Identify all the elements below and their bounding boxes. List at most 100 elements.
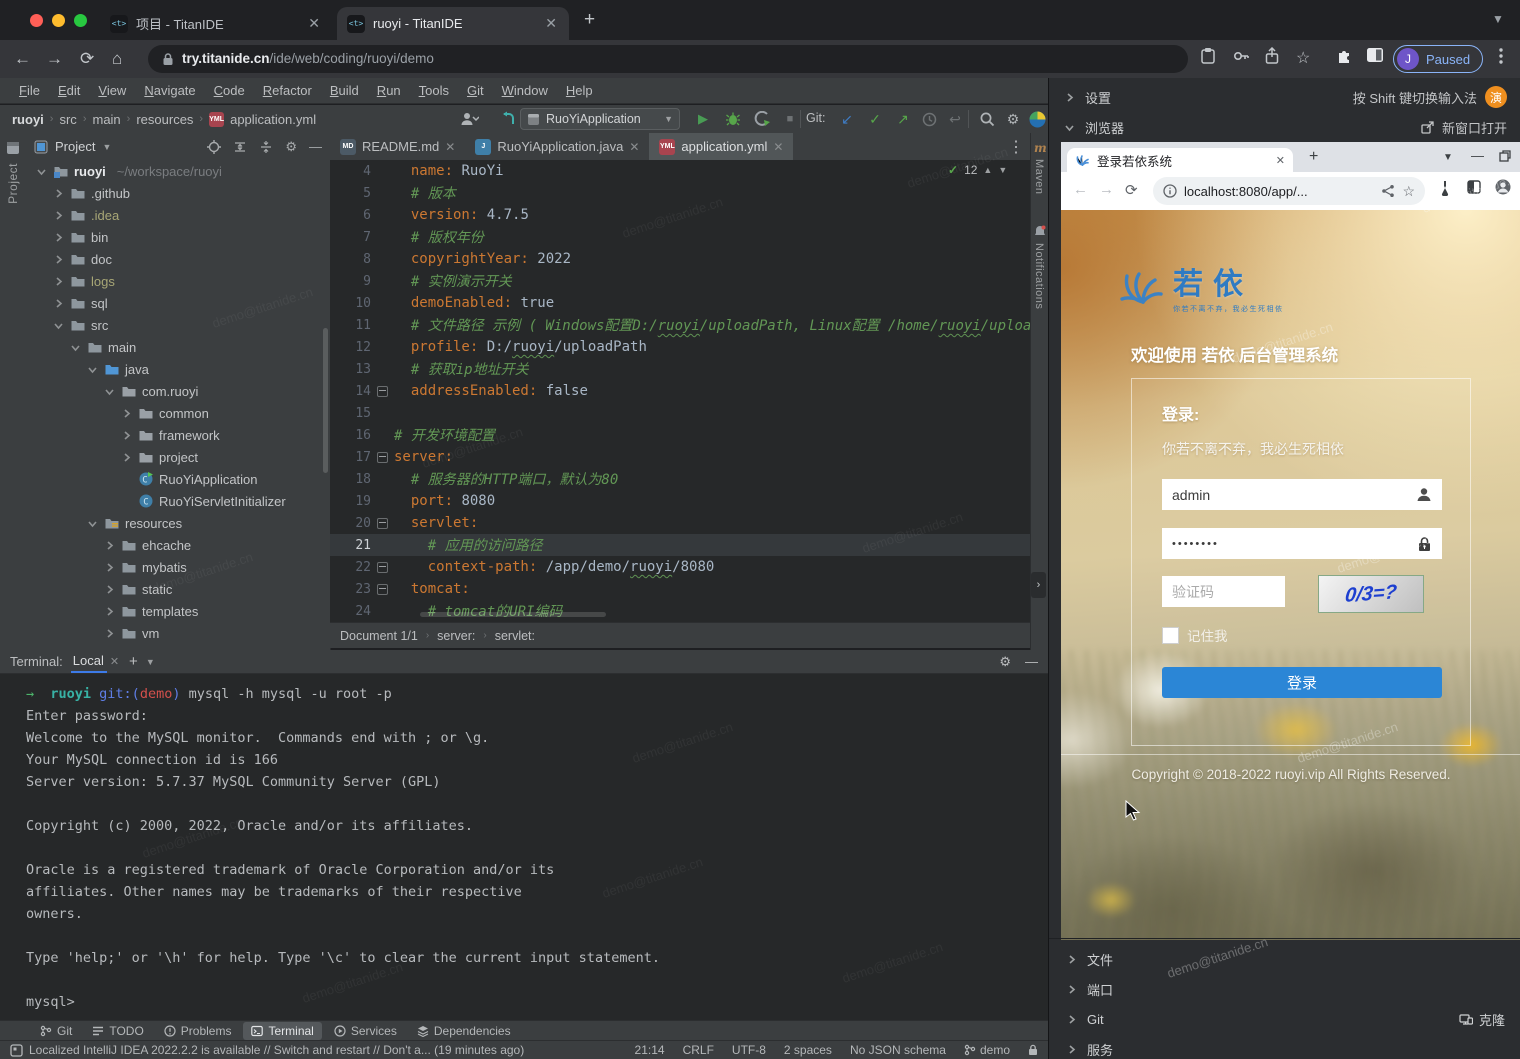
tree-item-sql[interactable]: sql	[26, 292, 330, 314]
stop-button[interactable]: ■	[779, 108, 801, 130]
chevron-right-icon[interactable]	[102, 539, 116, 552]
expand-all-icon[interactable]	[233, 140, 247, 154]
chevron-right-icon[interactable]	[51, 231, 65, 244]
tree-item-src[interactable]: src	[26, 314, 330, 336]
captcha-image[interactable]: 0/3=?	[1318, 575, 1424, 613]
code-line-12[interactable]: 12 profile: D:/ruoyi/uploadPath	[330, 336, 1030, 358]
code-line-5[interactable]: 5 # 版本	[330, 182, 1030, 204]
editor-tab-README.md[interactable]: MDREADME.md✕	[330, 133, 465, 160]
project-toolwindow-icon[interactable]	[6, 141, 20, 155]
project-panel-header[interactable]: Project ▼ ⚙ —	[26, 133, 330, 160]
embedded-forward-icon[interactable]: →	[1099, 181, 1114, 198]
embedded-address-pill[interactable]: localhost:8080/app/... ☆	[1153, 177, 1425, 205]
clipboard-icon[interactable]	[1200, 47, 1216, 65]
terminal-settings-gear-icon[interactable]: ⚙	[999, 654, 1011, 670]
code-line-23[interactable]: 23 tomcat:	[330, 578, 1030, 600]
close-icon[interactable]: ✕	[629, 140, 639, 154]
forward-icon[interactable]: →	[46, 48, 63, 70]
clone-button[interactable]: 克隆	[1459, 1010, 1505, 1029]
tree-item-static[interactable]: static	[26, 578, 330, 600]
fold-marker-icon[interactable]	[377, 386, 388, 397]
menu-item-view[interactable]: View	[89, 83, 135, 98]
mac-zoom-button[interactable]	[74, 14, 87, 27]
terminal-tab-local[interactable]: Local✕	[71, 653, 121, 670]
close-icon[interactable]: ✕	[773, 140, 783, 154]
breadcrumb-item-src[interactable]: src	[59, 112, 76, 127]
tree-item-vm[interactable]: vm	[26, 622, 330, 644]
open-new-window-label[interactable]: 新窗口打开	[1442, 118, 1507, 137]
ide-sphere-icon[interactable]	[1026, 108, 1048, 130]
embedded-new-tab-button[interactable]: +	[1309, 148, 1318, 166]
chevron-right-icon[interactable]	[51, 209, 65, 222]
quick-access-icon[interactable]	[10, 1044, 23, 1057]
tree-item-RuoYiApplication[interactable]: CRuoYiApplication	[26, 468, 330, 490]
tree-item-main[interactable]: main	[26, 336, 330, 358]
menu-item-file[interactable]: File	[10, 83, 49, 98]
locate-file-icon[interactable]	[207, 140, 221, 154]
bookmark-star-icon[interactable]: ☆	[1296, 48, 1310, 68]
address-bar[interactable]: try.titanide.cn/ide/web/coding/ruoyi/dem…	[148, 45, 1188, 73]
editor-hscrollbar[interactable]	[420, 612, 606, 617]
chevron-down-icon[interactable]	[102, 385, 116, 398]
share-icon[interactable]	[1264, 47, 1280, 65]
tree-item-bin[interactable]: bin	[26, 226, 330, 248]
new-tab-button[interactable]: +	[584, 9, 595, 31]
chevron-right-icon[interactable]	[51, 187, 65, 200]
editor-options-kebab-icon[interactable]: ⋮	[1008, 137, 1024, 157]
menu-item-refactor[interactable]: Refactor	[254, 83, 321, 98]
tree-item-doc[interactable]: doc	[26, 248, 330, 270]
search-everywhere-icon[interactable]	[976, 108, 998, 130]
status-item-2[interactable]: UTF-8	[732, 1043, 766, 1057]
menu-item-code[interactable]: Code	[205, 83, 254, 98]
code-line-19[interactable]: 19 port: 8080	[330, 490, 1030, 512]
code-line-16[interactable]: 16# 开发环境配置	[330, 424, 1030, 446]
doc-breadcrumb-1[interactable]: server:	[437, 629, 475, 643]
chevron-right-icon[interactable]	[51, 253, 65, 266]
hide-panel-icon[interactable]: —	[309, 139, 322, 154]
tree-item-com.ruoyi[interactable]: com.ruoyi	[26, 380, 330, 402]
profiler-icon[interactable]	[751, 108, 773, 130]
code-line-8[interactable]: 8 copyrightYear: 2022	[330, 248, 1030, 270]
terminal-hide-icon[interactable]: —	[1025, 654, 1038, 669]
tab-close-icon[interactable]: ✕	[306, 15, 322, 32]
run-button[interactable]: ▶	[692, 108, 714, 130]
doc-breadcrumb-2[interactable]: servlet:	[495, 629, 535, 643]
embedded-avatar-icon[interactable]	[1495, 179, 1511, 195]
fold-marker-icon[interactable]	[377, 562, 388, 573]
chevron-right-icon[interactable]	[51, 297, 65, 310]
profile-paused-button[interactable]: J Paused	[1393, 45, 1483, 73]
prev-problem-chevron-icon[interactable]: ▲	[983, 165, 992, 175]
extensions-puzzle-icon[interactable]	[1336, 47, 1354, 65]
settings-gear-icon[interactable]: ⚙	[1002, 108, 1024, 130]
tree-item-resources[interactable]: resources	[26, 512, 330, 534]
fold-marker-icon[interactable]	[377, 518, 388, 529]
section-browser[interactable]: 浏览器 新窗口打开	[1049, 112, 1520, 142]
chevron-right-icon[interactable]	[119, 407, 133, 420]
terminal-output[interactable]: → ruoyi git:(demo) mysql -h mysql -u roo…	[0, 674, 1048, 1016]
section-settings[interactable]: 设置 按 Shift 键切换输入法 演	[1049, 82, 1520, 112]
tree-scrollbar[interactable]	[323, 328, 328, 473]
code-line-21[interactable]: 21 # 应用的访问路径	[330, 534, 1030, 556]
code-line-15[interactable]: 15	[330, 402, 1030, 424]
breadcrumb-item-ruoyi[interactable]: ruoyi	[12, 112, 44, 127]
tree-item-.github[interactable]: .github	[26, 182, 330, 204]
embedded-share-icon[interactable]	[1381, 184, 1395, 198]
captcha-input[interactable]: 验证码	[1162, 576, 1285, 607]
mac-close-button[interactable]	[30, 14, 43, 27]
tree-item-RuoYiServletInitializer[interactable]: CRuoYiServletInitializer	[26, 490, 330, 512]
terminal-dropdown-chevron-icon[interactable]: ▼	[146, 657, 155, 667]
home-icon[interactable]: ⌂	[112, 48, 122, 70]
load-changes-icon[interactable]	[497, 108, 519, 130]
rollback-icon[interactable]: ↩	[944, 108, 966, 130]
notifications-stripe-label[interactable]: Notifications	[1033, 243, 1045, 309]
maven-stripe-label[interactable]: Maven	[1033, 159, 1045, 195]
flask-icon[interactable]	[1439, 180, 1453, 196]
chevron-right-icon[interactable]	[102, 627, 116, 640]
close-icon[interactable]: ✕	[110, 656, 119, 668]
expand-panel-chevron-button[interactable]: ›	[1031, 572, 1046, 598]
chevron-right-icon[interactable]	[51, 275, 65, 288]
password-field[interactable]: ••••••••	[1162, 528, 1442, 559]
menu-item-help[interactable]: Help	[557, 83, 602, 98]
browser-tab-ruoyi[interactable]: <t> ruoyi - TitanIDE ✕	[337, 7, 569, 40]
git-push-icon[interactable]: ↗	[892, 108, 914, 130]
